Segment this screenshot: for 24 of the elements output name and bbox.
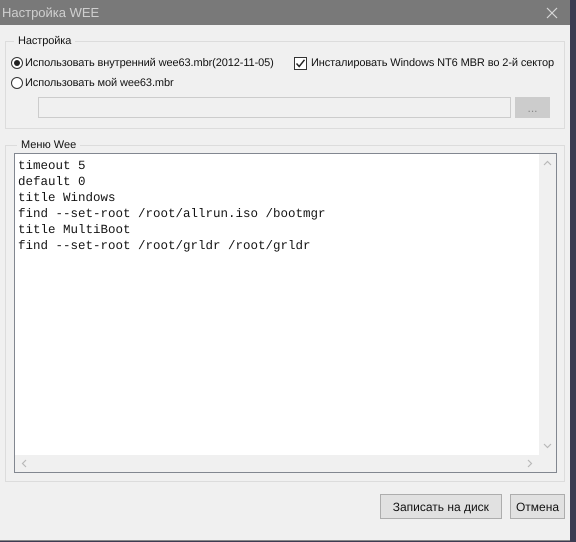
option-label: Использовать мой wee63.mbr	[25, 77, 174, 89]
vertical-scrollbar[interactable]	[539, 154, 556, 455]
scroll-right-icon[interactable]	[527, 459, 533, 468]
scroll-down-icon[interactable]	[543, 443, 552, 449]
radio-option[interactable]: Использовать мой wee63.mbr	[11, 73, 558, 93]
scroll-left-icon[interactable]	[21, 459, 27, 468]
radio-option[interactable]: Использовать внутренний wee63.mbr(2012-11-05)	[11, 53, 274, 73]
option-label: Использовать внутренний wee63.mbr(2012-11-05)	[25, 57, 274, 69]
scroll-up-icon[interactable]	[543, 160, 552, 166]
text-editor[interactable]: timeout 5 default 0 title Windows find --set-root /root/allrun.iso /bootmgr title MultiBoot find --set-root /root/grldr /root/grldr	[14, 153, 557, 473]
dialog-button[interactable]: Отмена	[510, 494, 565, 519]
radio-button[interactable]	[11, 77, 23, 89]
group-title: Меню Wee	[20, 139, 78, 151]
horizontal-scrollbar[interactable]	[15, 455, 556, 472]
dialog-button[interactable]: Записать на диск	[380, 494, 502, 519]
checkmark-icon	[294, 58, 306, 68]
group-title: Настройка	[17, 35, 72, 47]
window-title: Настройка WEE	[2, 5, 100, 20]
checkbox-label: Инсталировать Windows NT6 MBR во 2-й сектор	[310, 57, 554, 69]
close-icon[interactable]	[546, 6, 558, 18]
checkbox-option[interactable]: Инсталировать Windows NT6 MBR во 2-й сектор	[294, 53, 554, 73]
checkbox[interactable]	[294, 56, 307, 70]
radio-button[interactable]	[11, 57, 23, 69]
code-text: timeout 5 default 0 title Windows find --set-root /root/allrun.iso /bootmgr title MultiBoot find --set-root /root/grldr /root/grldr	[17, 158, 327, 255]
